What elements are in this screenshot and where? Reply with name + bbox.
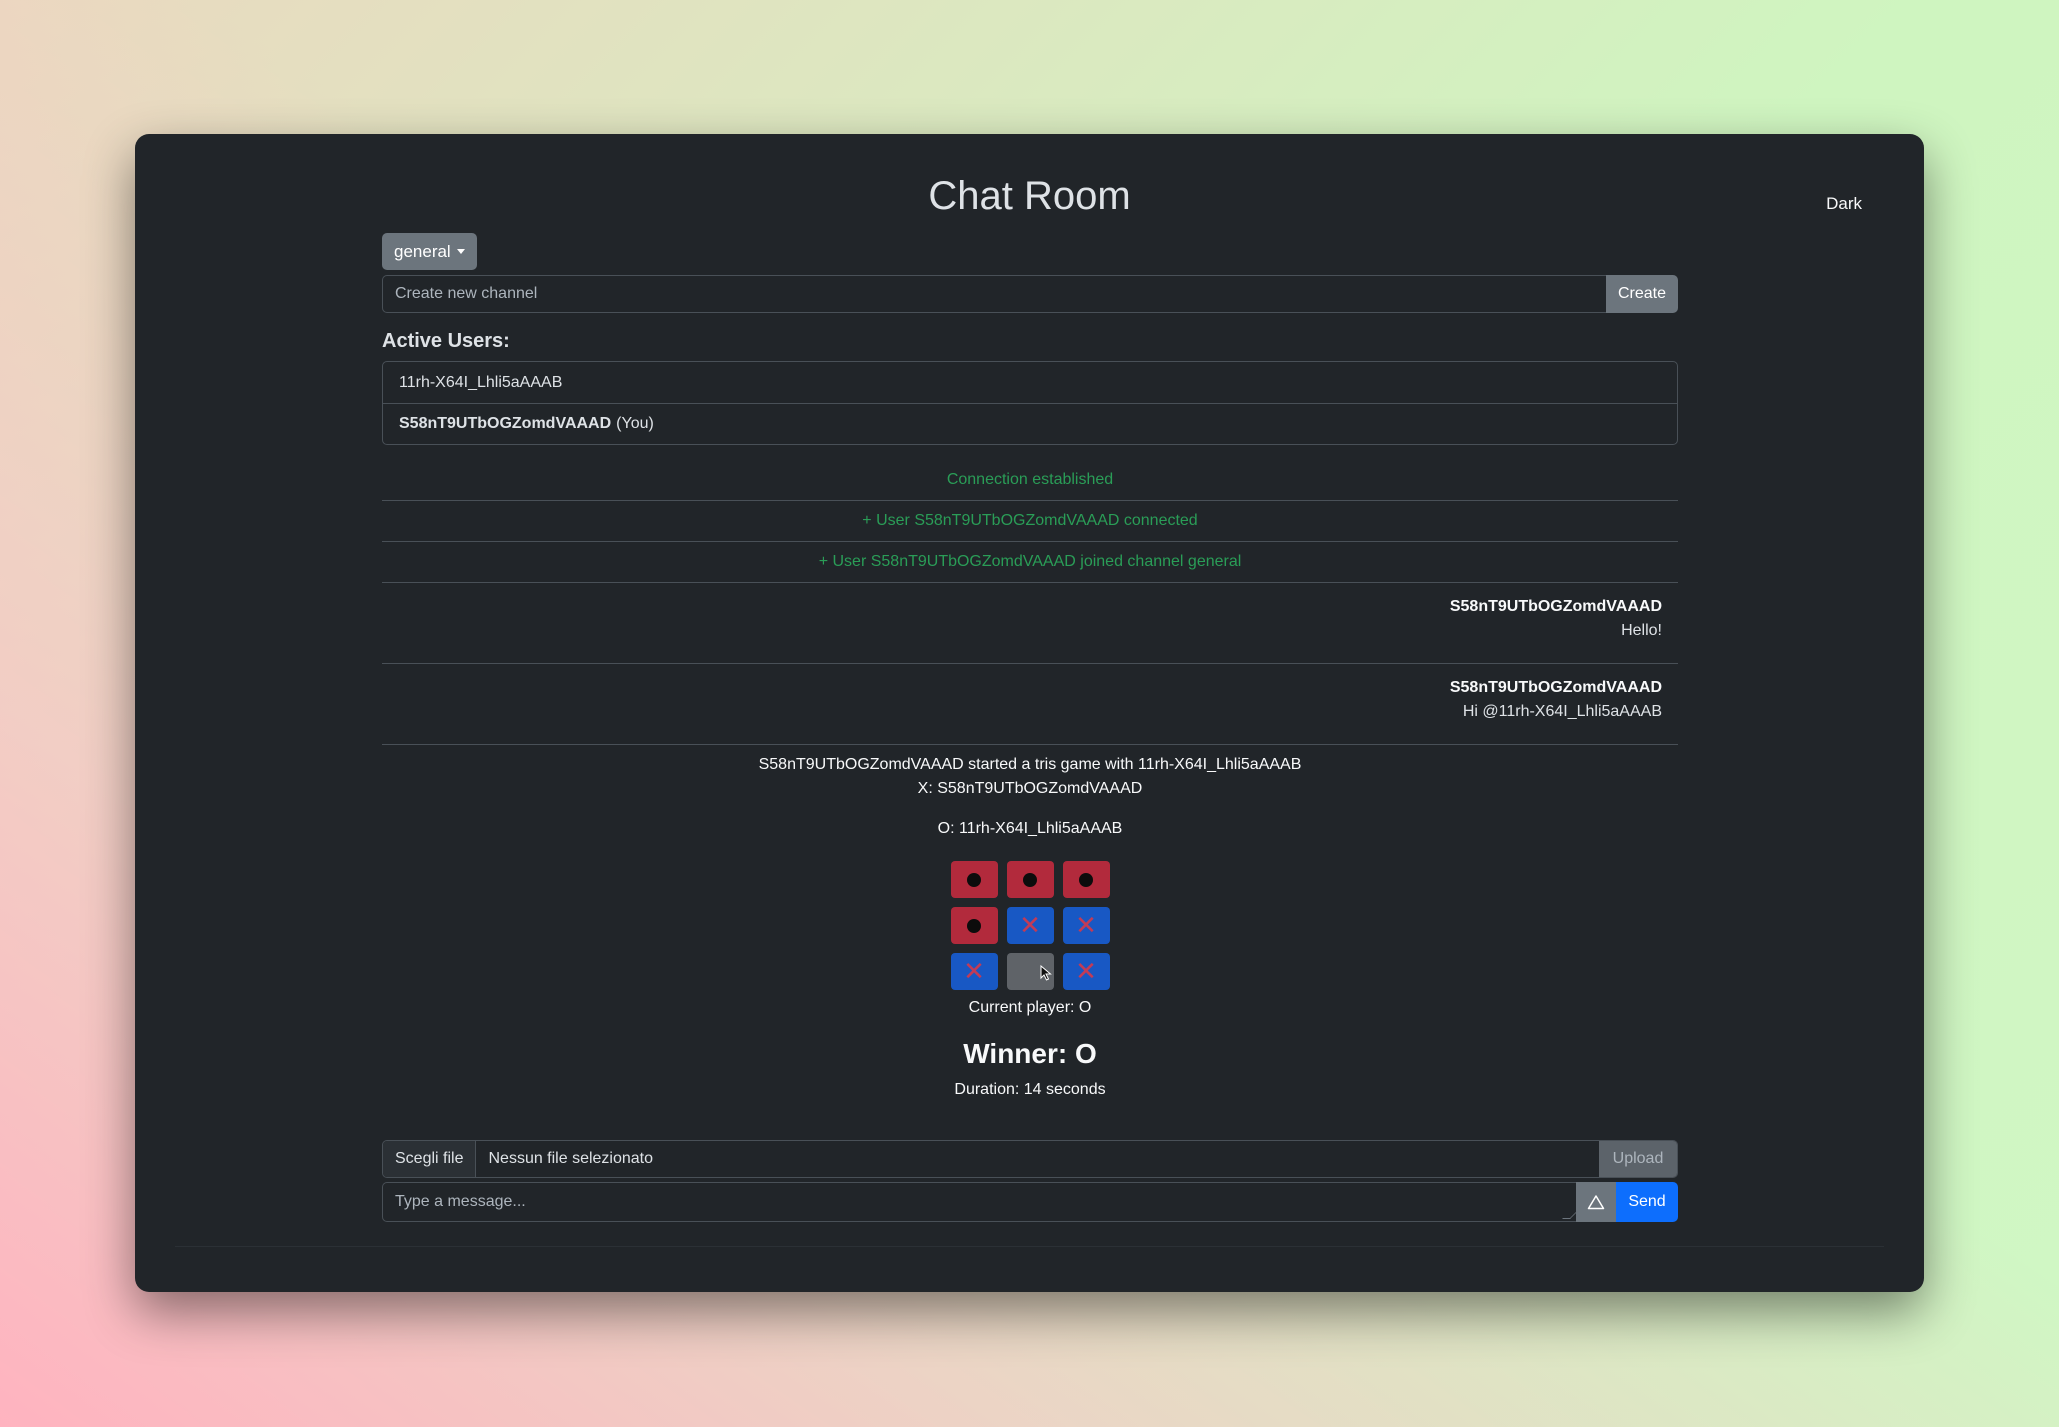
system-message: + User S58nT9UTbOGZomdVAAAD connected bbox=[382, 501, 1678, 542]
chevron-down-icon bbox=[456, 249, 465, 254]
game-board: ✕ ✕ ✕ ✕ bbox=[382, 861, 1678, 990]
o-mark-icon bbox=[1023, 872, 1037, 887]
user-name-self: S58nT9UTbOGZomdVAAAD bbox=[399, 415, 612, 432]
player-x-label: X: S58nT9UTbOGZomdVAAAD bbox=[917, 780, 1143, 797]
x-mark-icon: ✕ bbox=[963, 956, 985, 987]
theme-toggle[interactable]: Dark bbox=[1826, 194, 1862, 214]
active-users-heading: Active Users: bbox=[382, 330, 510, 352]
board-cell[interactable]: ✕ bbox=[950, 953, 998, 990]
o-mark-icon bbox=[967, 918, 981, 933]
triangle-icon bbox=[1587, 1195, 1605, 1210]
system-message: Connection established bbox=[382, 460, 1678, 501]
game-started-text: S58nT9UTbOGZomdVAAAD started a tris game… bbox=[758, 756, 1302, 773]
board-cell[interactable] bbox=[1006, 953, 1054, 990]
chat-message: S58nT9UTbOGZomdVAAAD Hello! bbox=[382, 583, 1678, 664]
message-placeholder: Type a message... bbox=[395, 1193, 526, 1210]
create-channel-button[interactable]: Create bbox=[1606, 275, 1678, 313]
x-mark-icon: ✕ bbox=[1019, 910, 1041, 941]
board-cell[interactable]: ✕ bbox=[1062, 907, 1110, 944]
selected-file-label: Nessun file selezionato bbox=[488, 1150, 654, 1167]
new-channel-input[interactable]: Create new channel bbox=[382, 275, 1606, 313]
message-composer: Type a message... Send bbox=[382, 1182, 1678, 1222]
user-list-item: S58nT9UTbOGZomdVAAAD (You) bbox=[383, 403, 1677, 444]
game-duration: Duration: 14 seconds bbox=[954, 1081, 1106, 1098]
chat-message: S58nT9UTbOGZomdVAAAD Hi @11rh-X64I_Lhli5… bbox=[382, 664, 1678, 745]
user-name: 11rh-X64I_Lhli5aAAAB bbox=[399, 373, 563, 391]
o-mark-icon bbox=[1079, 872, 1093, 887]
send-button[interactable]: Send bbox=[1616, 1182, 1678, 1222]
message-list: Connection established + User S58nT9UTbO… bbox=[382, 460, 1678, 1102]
message-author: S58nT9UTbOGZomdVAAAD bbox=[1449, 679, 1662, 696]
tris-game: S58nT9UTbOGZomdVAAAD started a tris game… bbox=[382, 745, 1678, 1102]
message-text: Hello! bbox=[1621, 622, 1662, 639]
x-mark-icon: ✕ bbox=[1075, 910, 1097, 941]
emoji-button[interactable] bbox=[1576, 1182, 1616, 1222]
board-cell[interactable] bbox=[950, 861, 998, 898]
system-message: + User S58nT9UTbOGZomdVAAAD joined chann… bbox=[382, 542, 1678, 583]
message-author: S58nT9UTbOGZomdVAAAD bbox=[1449, 598, 1662, 615]
file-upload-row: Scegli file Nessun file selezionato Uplo… bbox=[382, 1140, 1678, 1178]
channel-dropdown[interactable]: general bbox=[382, 233, 477, 270]
o-mark-icon bbox=[967, 872, 981, 887]
mouse-cursor-icon bbox=[1040, 965, 1052, 981]
page-title: Chat Room bbox=[928, 174, 1131, 218]
upload-button[interactable]: Upload bbox=[1599, 1141, 1677, 1177]
board-cell[interactable]: ✕ bbox=[1006, 907, 1054, 944]
board-cell[interactable]: ✕ bbox=[1062, 953, 1110, 990]
current-player-label: Current player: O bbox=[968, 999, 1092, 1016]
active-users-list: 11rh-X64I_Lhli5aAAAB S58nT9UTbOGZomdVAAA… bbox=[382, 361, 1678, 445]
x-mark-icon: ✕ bbox=[1075, 956, 1097, 987]
board-cell[interactable] bbox=[1006, 861, 1054, 898]
winner-label: Winner: O bbox=[963, 1038, 1097, 1069]
resize-grip-icon[interactable] bbox=[1562, 1211, 1578, 1219]
create-channel-row: Create new channel Create bbox=[382, 275, 1678, 313]
message-text: Hi @11rh-X64I_Lhli5aAAAB bbox=[1462, 703, 1662, 720]
user-list-item: 11rh-X64I_Lhli5aAAAB bbox=[383, 362, 1677, 403]
app-window: Chat Room Dark general Create new channe… bbox=[135, 134, 1924, 1292]
message-input[interactable]: Type a message... bbox=[382, 1182, 1578, 1222]
player-o-label: O: 11rh-X64I_Lhli5aAAAB bbox=[937, 820, 1123, 837]
user-you-suffix: (You) bbox=[616, 415, 654, 432]
board-cell[interactable] bbox=[950, 907, 998, 944]
divider bbox=[175, 1246, 1884, 1247]
board-cell[interactable] bbox=[1062, 861, 1110, 898]
channel-dropdown-label: general bbox=[394, 241, 451, 261]
choose-file-button[interactable]: Scegli file bbox=[383, 1141, 477, 1177]
